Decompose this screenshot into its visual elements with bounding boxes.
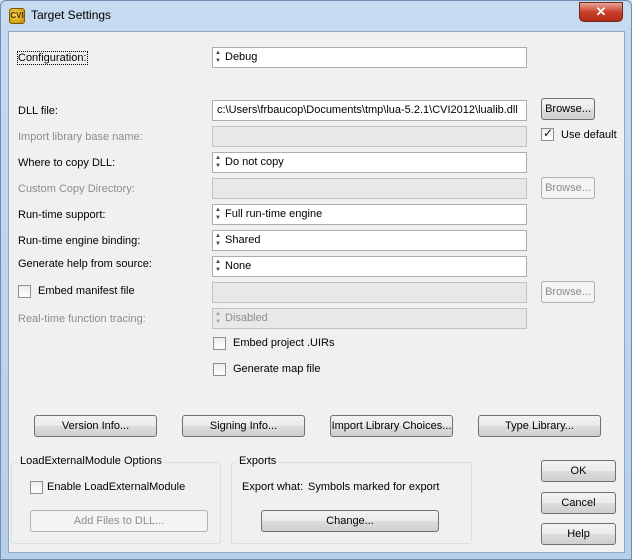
type-library-button[interactable]: Type Library... (478, 415, 601, 437)
embed-uirs-checkbox[interactable] (213, 337, 226, 350)
target-settings-window: CVI Target Settings ✕ Configuration: ▲ ▼ … (0, 0, 632, 560)
ring-arrows-icon[interactable]: ▲ ▼ (214, 206, 222, 223)
custom-copy-label: Custom Copy Directory: (18, 183, 135, 195)
enable-load-external-checkbox[interactable] (30, 481, 43, 494)
ring-arrows-icon[interactable]: ▲ ▼ (214, 310, 222, 327)
load-external-title: LoadExternalModule Options (18, 455, 164, 467)
dll-file-label: DLL file: (18, 105, 58, 117)
configuration-value: Debug (225, 51, 258, 63)
embed-uirs-label: Embed project .UIRs (233, 337, 335, 349)
where-copy-value: Do not copy (225, 156, 284, 168)
dialog-body: Configuration: ▲ ▼ Debug DLL file: c:\Use… (8, 31, 625, 553)
gen-help-ring[interactable]: ▲ ▼ None (212, 256, 527, 277)
cancel-button[interactable]: Cancel (541, 492, 616, 514)
gen-help-value: None (225, 260, 252, 272)
export-what-label: Export what: (242, 481, 304, 493)
embed-manifest-browse-button[interactable]: Browse... (541, 281, 595, 303)
import-library-choices-button[interactable]: Import Library Choices... (330, 415, 453, 437)
import-lib-input[interactable] (212, 126, 527, 147)
window-title: Target Settings (31, 8, 112, 22)
embed-manifest-input[interactable] (212, 282, 527, 303)
import-lib-label: Import library base name: (18, 131, 143, 143)
gen-map-label: Generate map file (233, 363, 321, 375)
dll-browse-button[interactable]: Browse... (541, 98, 595, 120)
title-bar: CVI Target Settings ✕ (1, 1, 631, 31)
custom-copy-input[interactable] (212, 178, 527, 199)
gen-map-checkbox[interactable] (213, 363, 226, 376)
gen-help-label: Generate help from source: (18, 258, 152, 270)
configuration-ring[interactable]: ▲ ▼ Debug (212, 47, 527, 68)
runtime-binding-ring[interactable]: ▲ ▼ Shared (212, 230, 527, 251)
use-default-label: Use default (561, 129, 617, 141)
use-default-checkbox[interactable] (541, 126, 554, 141)
help-button[interactable]: Help (541, 523, 616, 545)
ring-arrows-icon[interactable]: ▲ ▼ (214, 154, 222, 171)
dll-file-input[interactable]: c:\Users\frbaucop\Documents\tmp\lua-5.2.… (212, 100, 527, 121)
configuration-label: Configuration: (17, 51, 88, 65)
ring-arrows-icon[interactable]: ▲ ▼ (214, 232, 222, 249)
custom-copy-browse-button[interactable]: Browse... (541, 177, 595, 199)
ok-button[interactable]: OK (541, 460, 616, 482)
version-info-button[interactable]: Version Info... (34, 415, 157, 437)
rt-tracing-label: Real-time function tracing: (18, 313, 146, 325)
runtime-binding-value: Shared (225, 234, 261, 246)
change-exports-button[interactable]: Change... (261, 510, 439, 532)
runtime-support-label: Run-time support: (18, 209, 106, 221)
where-copy-ring[interactable]: ▲ ▼ Do not copy (212, 152, 527, 173)
cvi-app-icon: CVI (9, 8, 25, 24)
embed-manifest-label: Embed manifest file (38, 285, 135, 297)
rt-tracing-value: Disabled (225, 312, 268, 324)
runtime-support-ring[interactable]: ▲ ▼ Full run-time engine (212, 204, 527, 225)
ring-arrows-icon[interactable]: ▲ ▼ (214, 258, 222, 275)
runtime-binding-label: Run-time engine binding: (18, 235, 141, 247)
exports-title: Exports (237, 455, 279, 467)
ring-arrows-icon[interactable]: ▲ ▼ (214, 49, 222, 66)
close-button[interactable]: ✕ (579, 2, 623, 22)
rt-tracing-ring[interactable]: ▲ ▼ Disabled (212, 308, 527, 329)
enable-load-external-label: Enable LoadExternalModule (47, 481, 186, 493)
signing-info-button[interactable]: Signing Info... (182, 415, 305, 437)
runtime-support-value: Full run-time engine (225, 208, 323, 220)
add-files-to-dll-button[interactable]: Add Files to DLL... (30, 510, 208, 532)
embed-manifest-checkbox[interactable] (18, 285, 31, 298)
export-what-value: Symbols marked for export (308, 481, 440, 493)
where-copy-label: Where to copy DLL: (18, 157, 116, 169)
